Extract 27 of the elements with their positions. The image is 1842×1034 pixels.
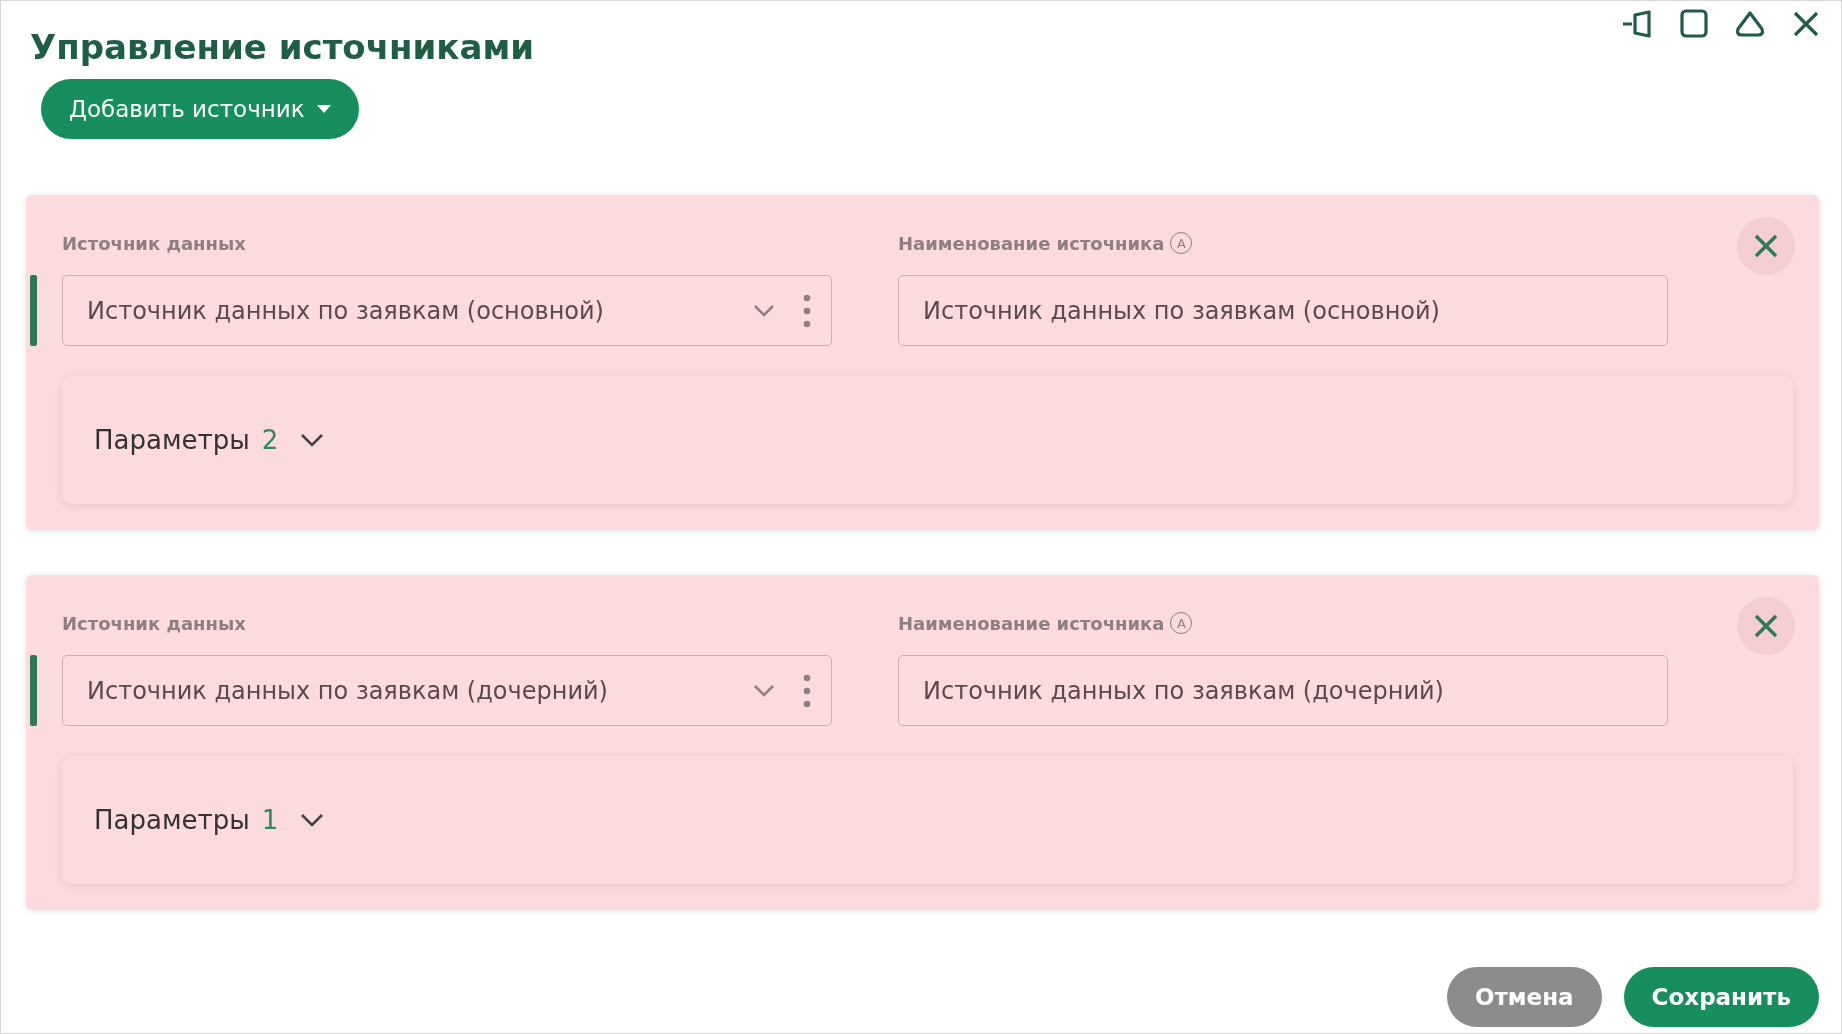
triangle-icon[interactable] — [1733, 9, 1767, 39]
more-icon[interactable] — [803, 293, 811, 328]
chevron-down-icon — [300, 433, 325, 447]
field-label: Наименование источника — [898, 612, 1165, 634]
caret-icon — [316, 105, 331, 113]
cancel-button[interactable]: Отмена — [1446, 967, 1602, 1027]
field-label: Наименование источника — [898, 232, 1165, 254]
source-select[interactable]: Источник данных по заявкам (дочерний) — [62, 655, 832, 726]
chevron-down-icon — [753, 683, 775, 698]
more-icon[interactable] — [803, 673, 811, 708]
maximize-icon[interactable] — [1677, 9, 1711, 39]
add-source-button[interactable]: Добавить источник — [41, 79, 359, 139]
close-icon — [1753, 613, 1779, 639]
parameters-toggle[interactable]: Параметры 2 — [94, 425, 325, 455]
window-title: Управление источниками — [30, 27, 534, 67]
accent-bar — [30, 275, 37, 346]
name-field[interactable]: Источник данных по заявкам (дочерний) — [898, 655, 1668, 726]
chevron-down-icon — [753, 303, 775, 318]
accent-bar — [30, 655, 37, 726]
save-button[interactable]: Сохранить — [1623, 967, 1819, 1027]
close-icon — [1753, 233, 1779, 259]
field-label: Источник данных — [62, 231, 247, 255]
name-field[interactable]: Источник данных по заявкам (основной) — [898, 275, 1668, 346]
source-select[interactable]: Источник данных по заявкам (основной) — [62, 275, 832, 346]
parameters-toggle[interactable]: Параметры 1 — [94, 805, 325, 835]
chevron-down-icon — [300, 813, 325, 827]
field-label: Источник данных — [62, 611, 247, 635]
